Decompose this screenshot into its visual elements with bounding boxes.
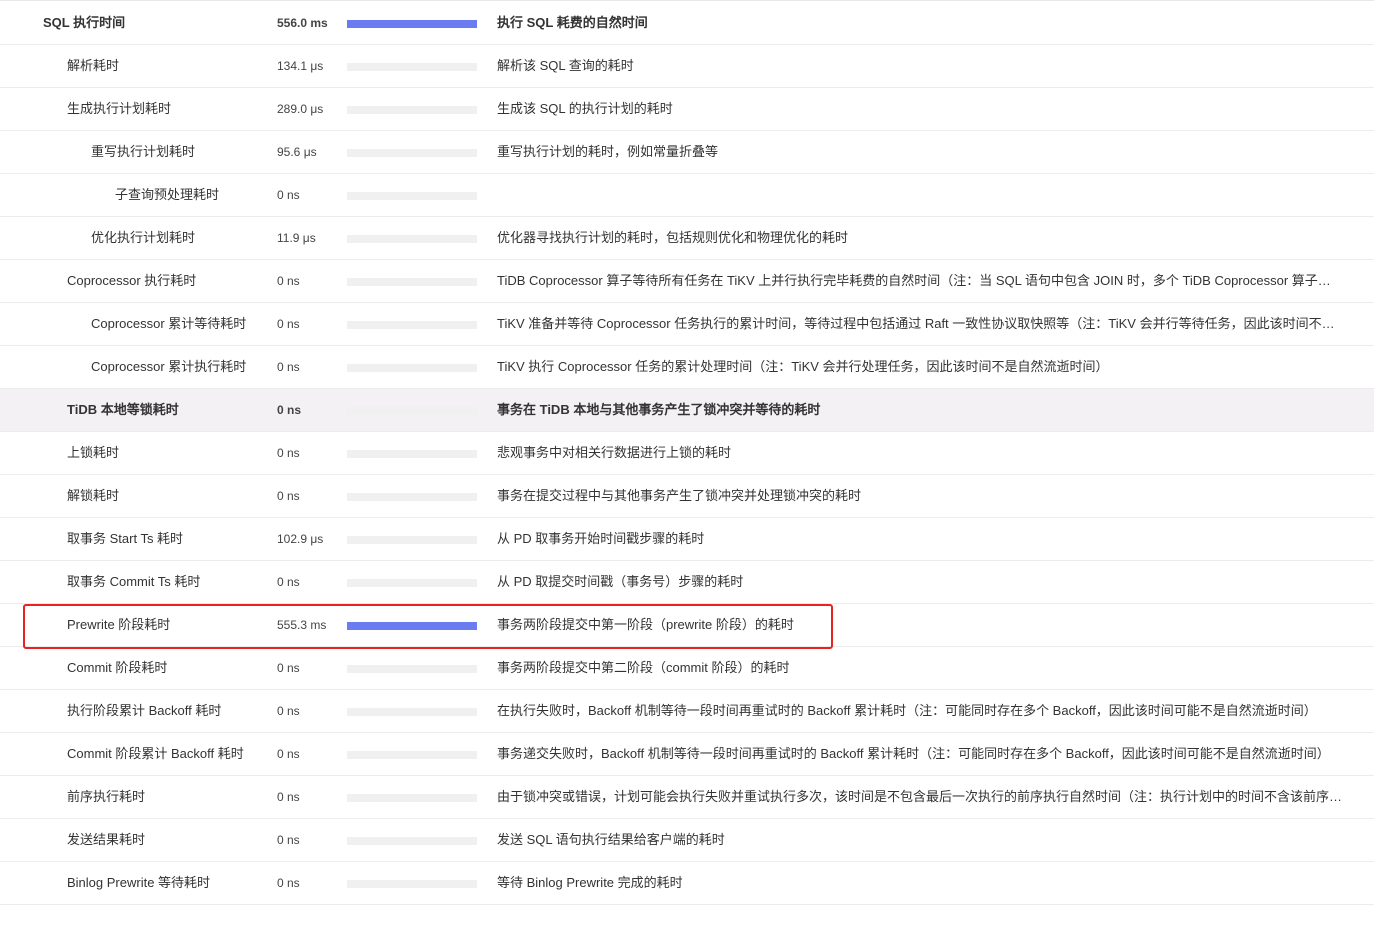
duration-bar	[347, 536, 477, 544]
duration-bar	[347, 20, 477, 28]
row-description: 事务在 TiDB 本地与其他事务产生了锁冲突并等待的耗时	[497, 402, 821, 417]
table-row[interactable]: Coprocessor 累计执行耗时 0 ns TiKV 执行 Coprocesso…	[0, 346, 1374, 389]
table-row[interactable]: SQL 执行时间 556.0 ms 执行 SQL 耗费的自然时间	[0, 2, 1374, 45]
table-row[interactable]: 重写执行计划耗时 95.6 μs 重写执行计划的耗时，例如常量折叠等	[0, 131, 1374, 174]
duration-bar	[347, 493, 477, 501]
row-description: 事务两阶段提交中第二阶段（commit 阶段）的耗时	[497, 660, 790, 675]
row-description: 解析该 SQL 查询的耗时	[497, 58, 634, 73]
row-description: 等待 Binlog Prewrite 完成的耗时	[497, 875, 683, 890]
duration-bar	[347, 622, 477, 630]
table-row[interactable]: TiDB 本地等锁耗时 0 ns 事务在 TiDB 本地与其他事务产生了锁冲突并等待…	[0, 389, 1374, 432]
duration-bar	[347, 106, 477, 114]
table-row[interactable]: Commit 阶段累计 Backoff 耗时 0 ns 事务递交失败时，Backof…	[0, 733, 1374, 776]
table-row[interactable]: 生成执行计划耗时 289.0 μs 生成该 SQL 的执行计划的耗时	[0, 88, 1374, 131]
row-duration: 11.9 μs	[277, 231, 316, 245]
row-description: 重写执行计划的耗时，例如常量折叠等	[497, 144, 719, 159]
duration-bar	[347, 880, 477, 888]
table-row[interactable]: 取事务 Commit Ts 耗时 0 ns 从 PD 取提交时间戳（事务号）步骤的耗…	[0, 561, 1374, 604]
row-description: 事务两阶段提交中第一阶段（prewrite 阶段）的耗时	[497, 617, 794, 632]
duration-bar	[347, 149, 477, 157]
duration-bar	[347, 450, 477, 458]
duration-bar	[347, 278, 477, 286]
timing-table: SQL 执行时间 556.0 ms 执行 SQL 耗费的自然时间 解析耗时 134.1 …	[0, 2, 1374, 905]
row-description: 优化器寻找执行计划的耗时，包括规则优化和物理优化的耗时	[497, 230, 849, 245]
table-row[interactable]: 解锁耗时 0 ns 事务在提交过程中与其他事务产生了锁冲突并处理锁冲突的耗时	[0, 475, 1374, 518]
table-row[interactable]: 解析耗时 134.1 μs 解析该 SQL 查询的耗时	[0, 45, 1374, 88]
row-duration: 0 ns	[277, 317, 300, 331]
duration-bar	[347, 364, 477, 372]
table-row[interactable]: 执行阶段累计 Backoff 耗时 0 ns 在执行失败时，Backoff 机制等待…	[0, 690, 1374, 733]
row-duration: 0 ns	[277, 747, 300, 761]
duration-bar	[347, 579, 477, 587]
row-name: SQL 执行时间	[43, 15, 126, 30]
table-row[interactable]: 优化执行计划耗时 11.9 μs 优化器寻找执行计划的耗时，包括规则优化和物理优化的…	[0, 217, 1374, 260]
duration-bar-fill	[347, 622, 477, 630]
duration-bar	[347, 63, 477, 71]
row-duration: 95.6 μs	[277, 145, 317, 159]
row-duration: 134.1 μs	[277, 59, 324, 73]
row-duration: 0 ns	[277, 403, 302, 417]
duration-bar	[347, 794, 477, 802]
row-duration: 555.3 ms	[277, 618, 327, 632]
row-description: 悲观事务中对相关行数据进行上锁的耗时	[497, 445, 732, 460]
table-row[interactable]: Coprocessor 执行耗时 0 ns TiDB Coprocessor 算子等…	[0, 260, 1374, 303]
row-duration: 0 ns	[277, 575, 300, 589]
table-row[interactable]: Prewrite 阶段耗时 555.3 ms 事务两阶段提交中第一阶段（prewri…	[0, 604, 1374, 647]
row-duration: 289.0 μs	[277, 102, 324, 116]
row-duration: 0 ns	[277, 274, 300, 288]
duration-bar	[347, 708, 477, 716]
row-duration: 0 ns	[277, 704, 300, 718]
table-row[interactable]: 取事务 Start Ts 耗时 102.9 μs 从 PD 取事务开始时间戳步骤的耗…	[0, 518, 1374, 561]
duration-bar	[347, 751, 477, 759]
row-description: 事务递交失败时，Backoff 机制等待一段时间再重试时的 Backoff 累计…	[497, 746, 1330, 761]
row-description: 从 PD 取提交时间戳（事务号）步骤的耗时	[497, 574, 744, 589]
table-row[interactable]: 前序执行耗时 0 ns 由于锁冲突或错误，计划可能会执行失败并重试执行多次，该时间是…	[0, 776, 1374, 819]
row-duration: 0 ns	[277, 188, 300, 202]
row-description: 在执行失败时，Backoff 机制等待一段时间再重试时的 Backoff 累计耗…	[497, 703, 1317, 718]
row-duration: 0 ns	[277, 446, 300, 460]
row-description: 由于锁冲突或错误，计划可能会执行失败并重试执行多次，该时间是不包含最后一次执行的…	[497, 789, 1342, 804]
table-row[interactable]: 上锁耗时 0 ns 悲观事务中对相关行数据进行上锁的耗时	[0, 432, 1374, 475]
row-duration: 0 ns	[277, 833, 300, 847]
table-row[interactable]: 子查询预处理耗时 0 ns	[0, 174, 1374, 217]
table-row[interactable]: 发送结果耗时 0 ns 发送 SQL 语句执行结果给客户端的耗时	[0, 819, 1374, 862]
duration-bar	[347, 192, 477, 200]
duration-bar	[347, 321, 477, 329]
row-description: 生成该 SQL 的执行计划的耗时	[497, 101, 673, 116]
table-row[interactable]: Commit 阶段耗时 0 ns 事务两阶段提交中第二阶段（commit 阶段）的耗…	[0, 647, 1374, 690]
row-description: 发送 SQL 语句执行结果给客户端的耗时	[497, 832, 725, 847]
duration-bar	[347, 235, 477, 243]
duration-bar	[347, 837, 477, 845]
row-duration: 102.9 μs	[277, 532, 324, 546]
table-row[interactable]: Coprocessor 累计等待耗时 0 ns TiKV 准备并等待 Coproce…	[0, 303, 1374, 346]
row-duration: 0 ns	[277, 661, 300, 675]
duration-bar	[347, 665, 477, 673]
duration-bar	[347, 407, 477, 415]
row-duration: 556.0 ms	[277, 16, 328, 30]
row-description: 从 PD 取事务开始时间戳步骤的耗时	[497, 531, 705, 546]
row-description	[497, 174, 1342, 216]
row-duration: 0 ns	[277, 790, 300, 804]
row-description: TiDB Coprocessor 算子等待所有任务在 TiKV 上并行执行完毕耗…	[497, 273, 1342, 288]
row-description: 事务在提交过程中与其他事务产生了锁冲突并处理锁冲突的耗时	[497, 488, 862, 503]
row-description: TiKV 准备并等待 Coprocessor 任务执行的累计时间，等待过程中包括…	[497, 316, 1335, 331]
row-description: 执行 SQL 耗费的自然时间	[497, 15, 648, 30]
row-description: TiKV 执行 Coprocessor 任务的累计处理时间（注：TiKV 会并行…	[497, 359, 1109, 374]
row-duration: 0 ns	[277, 876, 300, 890]
table-row[interactable]: Binlog Prewrite 等待耗时 0 ns 等待 Binlog Prewri…	[0, 862, 1374, 905]
row-duration: 0 ns	[277, 489, 300, 503]
duration-bar-fill	[347, 20, 477, 28]
row-duration: 0 ns	[277, 360, 300, 374]
